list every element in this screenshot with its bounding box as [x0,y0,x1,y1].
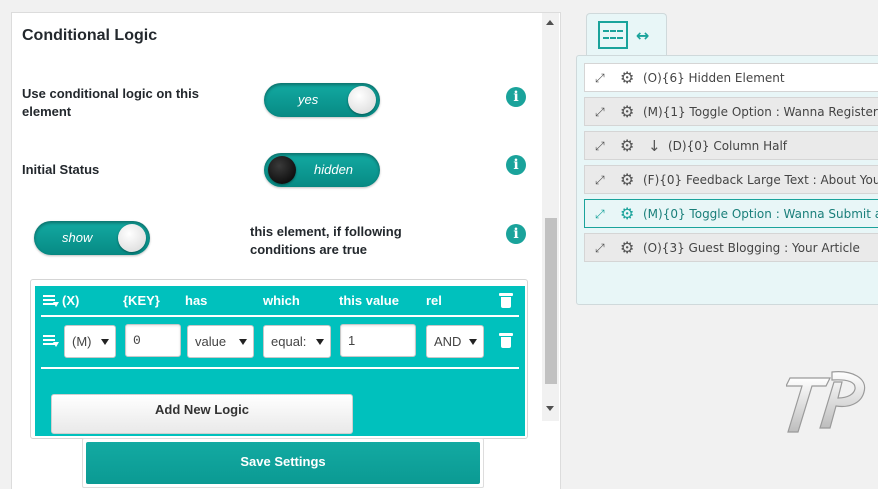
gear-icon[interactable]: ⚙ [620,171,634,189]
move-expand-icon[interactable]: ⤢ [595,139,611,153]
rel-select[interactable]: AND [426,325,484,358]
gear-icon[interactable]: ⚙ [620,239,634,257]
move-expand-icon[interactable]: ⤢ [595,71,611,85]
use-logic-label: Use conditional logic on this element [22,86,199,119]
conditional-logic-panel: Conditional Logic Use conditional logic … [11,12,561,489]
action-description: this element, if following conditions ar… [250,224,402,257]
move-expand-icon[interactable]: ⤢ [595,105,611,119]
value-input[interactable]: 1 [340,324,416,357]
gear-icon[interactable]: ⚙ [620,137,634,155]
action-toggle[interactable]: show [34,221,150,255]
panel-title: Conditional Logic [22,27,158,44]
divider [41,315,519,317]
scroll-down-icon[interactable] [546,406,554,411]
use-logic-toggle[interactable]: yes [264,83,380,117]
chevron-down-icon [316,339,324,345]
info-icon[interactable]: i [506,155,526,175]
header-which: which [263,293,300,308]
key-input[interactable]: 0 [125,324,181,357]
info-icon[interactable]: i [506,87,526,107]
toggle-knob [118,224,146,252]
structure-item[interactable]: ⤢ ⚙ (F){0} Feedback Large Text : About Y… [584,165,878,194]
logic-table: (X) {KEY} has which this value rel (M) 0… [35,286,525,436]
trash-icon[interactable] [499,292,513,308]
structure-item[interactable]: ⤢ ⚙ (M){1} Toggle Option : Wanna Registe… [584,97,878,126]
brand-logo-icon [786,371,866,433]
gear-icon[interactable]: ⚙ [620,69,634,87]
gear-icon[interactable]: ⚙ [620,103,634,121]
type-select[interactable]: (M) [64,325,116,358]
which-select[interactable]: equal: [263,325,331,358]
structure-item[interactable]: ⤢ ⚙ (O){6} Hidden Element [584,63,878,92]
info-icon[interactable]: i [506,224,526,244]
gear-icon[interactable]: ⚙ [620,205,634,223]
use-logic-toggle-label: yes [298,92,319,107]
save-settings-button[interactable]: Save Settings [86,442,480,484]
structure-item[interactable]: ⤢ ⚙ (O){3} Guest Blogging : Your Article [584,233,878,262]
structure-tab[interactable]: ↔ [586,13,667,56]
sort-lines-icon[interactable] [43,335,59,347]
arrow-down-icon[interactable]: ↓ [648,137,661,155]
toggle-knob [268,156,296,184]
chevron-down-icon [101,339,109,345]
initial-status-toggle[interactable]: hidden [264,153,380,187]
toggle-knob [348,86,376,114]
move-expand-icon[interactable]: ⤢ [595,207,611,221]
initial-status-toggle-label: hidden [314,162,354,177]
divider [41,367,519,369]
move-expand-icon[interactable]: ⤢ [595,173,611,187]
header-has: has [185,293,208,308]
chevron-down-icon [239,339,247,345]
trash-icon[interactable] [499,332,513,348]
move-expand-icon[interactable]: ⤢ [595,241,611,255]
horizontal-arrows-icon: ↔ [636,26,650,45]
header-key: {KEY} [123,293,160,308]
logic-builder: (X) {KEY} has which this value rel (M) 0… [30,279,528,439]
action-toggle-label: show [62,230,93,245]
sort-lines-icon [43,295,59,307]
header-type: (X) [62,293,80,308]
structure-panel: ⤢ ⚙ (O){6} Hidden Element ⤢ ⚙ (M){1} Tog… [576,55,878,305]
header-rel: rel [426,293,442,308]
structure-item[interactable]: ⤢ ⚙ ↓ (D){0} Column Half [584,131,878,160]
has-select[interactable]: value [187,325,254,358]
scroll-up-icon[interactable] [546,20,554,25]
add-logic-button[interactable]: Add New Logic [51,394,353,434]
chevron-down-icon [469,339,477,345]
structure-item-active[interactable]: ⤢ ⚙ (M){0} Toggle Option : Wanna Submit … [584,199,878,228]
layout-grid-icon [598,21,628,49]
initial-status-label: Initial Status [22,162,100,177]
header-value: this value [339,293,399,308]
save-button-wrapper: Save Settings [82,438,484,488]
scrollbar-thumb[interactable] [545,218,557,384]
